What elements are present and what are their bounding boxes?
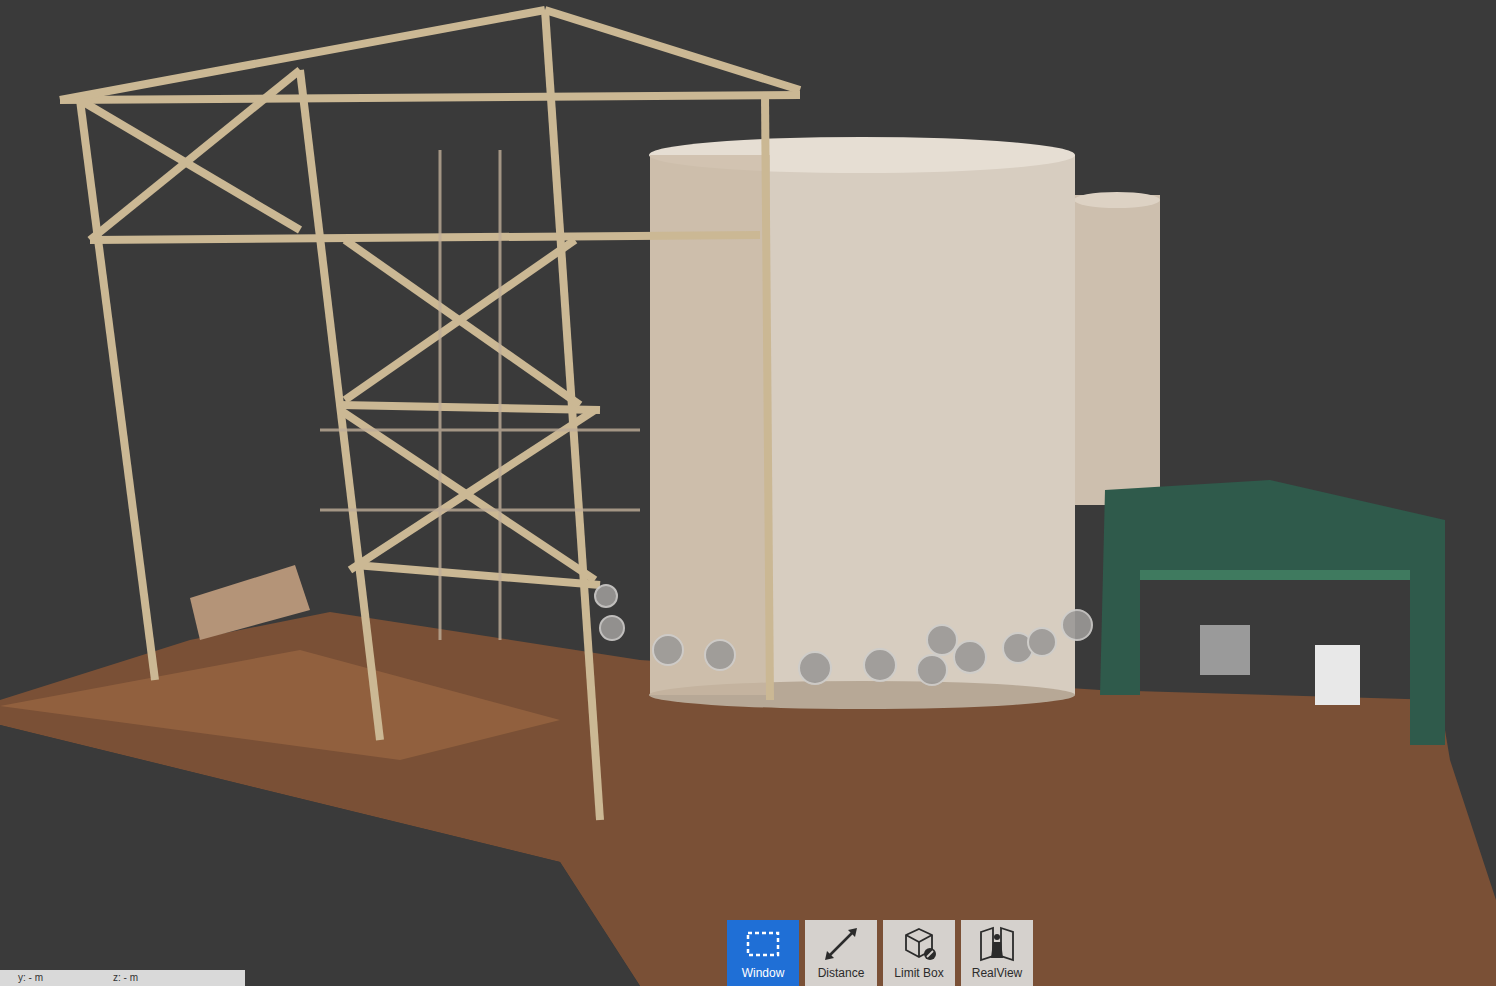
- tool-button[interactable]: Distance: [805, 920, 877, 986]
- tool-button[interactable]: Limit Box: [883, 920, 955, 986]
- coordinate-readout: y: - m: [18, 971, 43, 985]
- tool-button[interactable]: Window: [727, 920, 799, 986]
- limit-box-icon: [899, 924, 939, 964]
- distance-icon: [821, 924, 861, 964]
- window-select-icon: [743, 924, 783, 964]
- tool-label: Limit Box: [894, 967, 943, 980]
- realview-icon: [977, 924, 1017, 964]
- viewport[interactable]: Window Distance Limit Box RealView y: - m z:…: [0, 0, 1496, 986]
- tool-label: RealView: [972, 967, 1022, 980]
- tool-button[interactable]: RealView: [961, 920, 1033, 986]
- tool-label: Distance: [818, 967, 865, 980]
- status-bar: y: - m z: - m: [0, 970, 245, 986]
- coordinate-readout: z: - m: [113, 971, 138, 985]
- point-cloud-scene[interactable]: [0, 0, 1496, 986]
- tool-bar: Window Distance Limit Box RealView: [727, 920, 1033, 986]
- tool-label: Window: [742, 967, 785, 980]
